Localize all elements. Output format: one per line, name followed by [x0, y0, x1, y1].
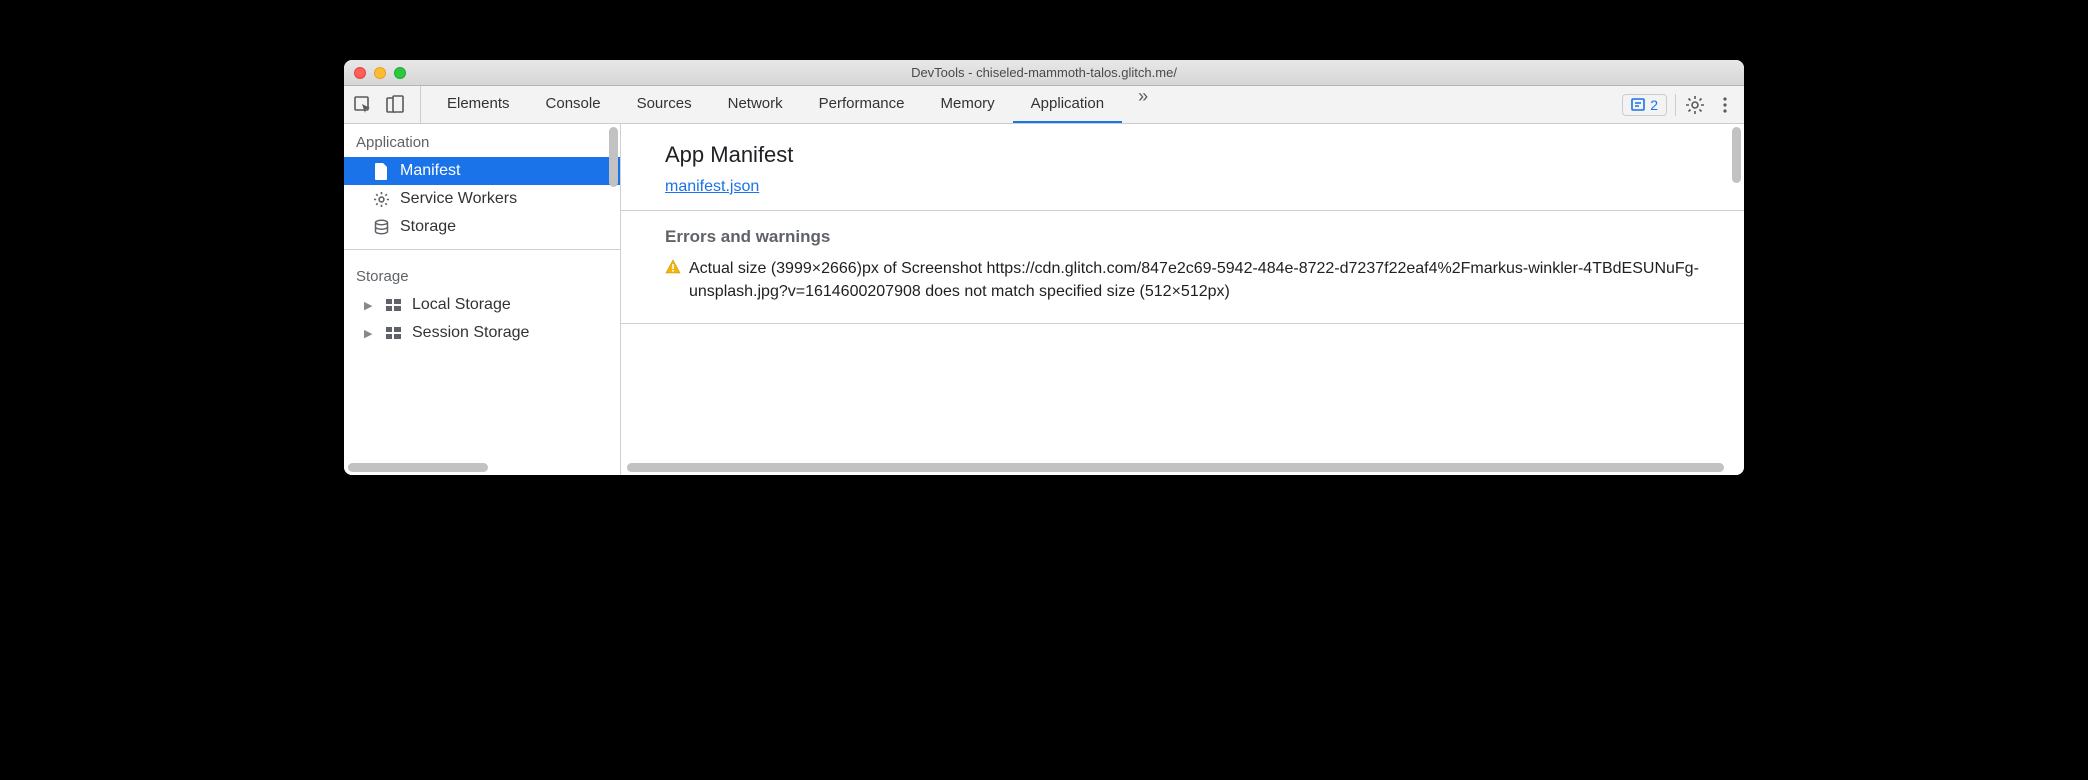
sidebar-item-label: Session Storage — [412, 324, 529, 342]
settings-icon[interactable] — [1684, 92, 1706, 118]
issues-count: 2 — [1650, 97, 1658, 113]
close-window-button[interactable] — [354, 67, 366, 79]
tab-application[interactable]: Application — [1013, 86, 1122, 123]
expand-triangle-icon[interactable]: ▶ — [364, 327, 374, 340]
grid-icon — [384, 326, 402, 340]
sidebar-scrollbar[interactable] — [609, 127, 618, 187]
separator — [1675, 94, 1676, 116]
devtools-window: DevTools - chiseled-mammoth-talos.glitch… — [344, 60, 1744, 475]
main-panel: App Manifest manifest.json Errors and wa… — [621, 124, 1744, 475]
sidebar-item-service-workers[interactable]: Service Workers — [344, 185, 620, 213]
sidebar-group-storage: Storage — [344, 258, 620, 291]
maximize-window-button[interactable] — [394, 67, 406, 79]
gear-icon — [372, 191, 390, 208]
expand-triangle-icon[interactable]: ▶ — [364, 299, 374, 312]
warning-text: Actual size (3999×2666)px of Screenshot … — [689, 257, 1700, 303]
sidebar-item-local-storage[interactable]: ▶ Local Storage — [344, 291, 620, 319]
tab-network[interactable]: Network — [710, 86, 801, 123]
warning-icon — [665, 259, 681, 282]
kebab-menu-icon[interactable] — [1714, 92, 1736, 118]
main-hscrollbar[interactable] — [627, 463, 1724, 472]
sidebar-item-label: Local Storage — [412, 296, 511, 314]
tab-performance[interactable]: Performance — [801, 86, 923, 123]
sidebar-hscrollbar[interactable] — [348, 463, 488, 472]
tab-memory[interactable]: Memory — [923, 86, 1013, 123]
sidebar-item-storage[interactable]: Storage — [344, 213, 620, 241]
divider — [621, 323, 1744, 324]
errors-warnings-heading: Errors and warnings — [665, 227, 1700, 247]
sidebar-item-label: Service Workers — [400, 190, 517, 208]
window-title: DevTools - chiseled-mammoth-talos.glitch… — [344, 65, 1744, 80]
sidebar-divider — [344, 249, 620, 250]
page-title: App Manifest — [665, 142, 1700, 168]
sidebar-item-label: Storage — [400, 218, 456, 236]
devtools-tabs: Elements Console Sources Network Perform… — [421, 86, 1614, 123]
issues-badge[interactable]: 2 — [1622, 94, 1667, 116]
sidebar-item-session-storage[interactable]: ▶ Session Storage — [344, 319, 620, 347]
tab-sources[interactable]: Sources — [619, 86, 710, 123]
device-toolbar-icon[interactable] — [384, 92, 406, 118]
issues-icon — [1631, 98, 1645, 112]
application-sidebar: Application Manifest Service Workers Sto… — [344, 124, 621, 475]
sidebar-group-application: Application — [344, 124, 620, 157]
main-scrollbar[interactable] — [1732, 127, 1741, 183]
sidebar-item-label: Manifest — [400, 162, 460, 180]
titlebar: DevTools - chiseled-mammoth-talos.glitch… — [344, 60, 1744, 86]
file-icon — [372, 163, 390, 180]
manifest-link[interactable]: manifest.json — [665, 178, 759, 195]
more-tabs-icon[interactable]: » — [1122, 86, 1164, 123]
inspect-element-icon[interactable] — [352, 92, 374, 118]
sidebar-item-manifest[interactable]: Manifest — [344, 157, 620, 185]
grid-icon — [384, 298, 402, 312]
window-controls — [344, 67, 406, 79]
storage-icon — [372, 219, 390, 236]
warning-row: Actual size (3999×2666)px of Screenshot … — [665, 257, 1700, 303]
devtools-toolbar: Elements Console Sources Network Perform… — [344, 86, 1744, 124]
minimize-window-button[interactable] — [374, 67, 386, 79]
tab-console[interactable]: Console — [528, 86, 619, 123]
tab-elements[interactable]: Elements — [429, 86, 528, 123]
